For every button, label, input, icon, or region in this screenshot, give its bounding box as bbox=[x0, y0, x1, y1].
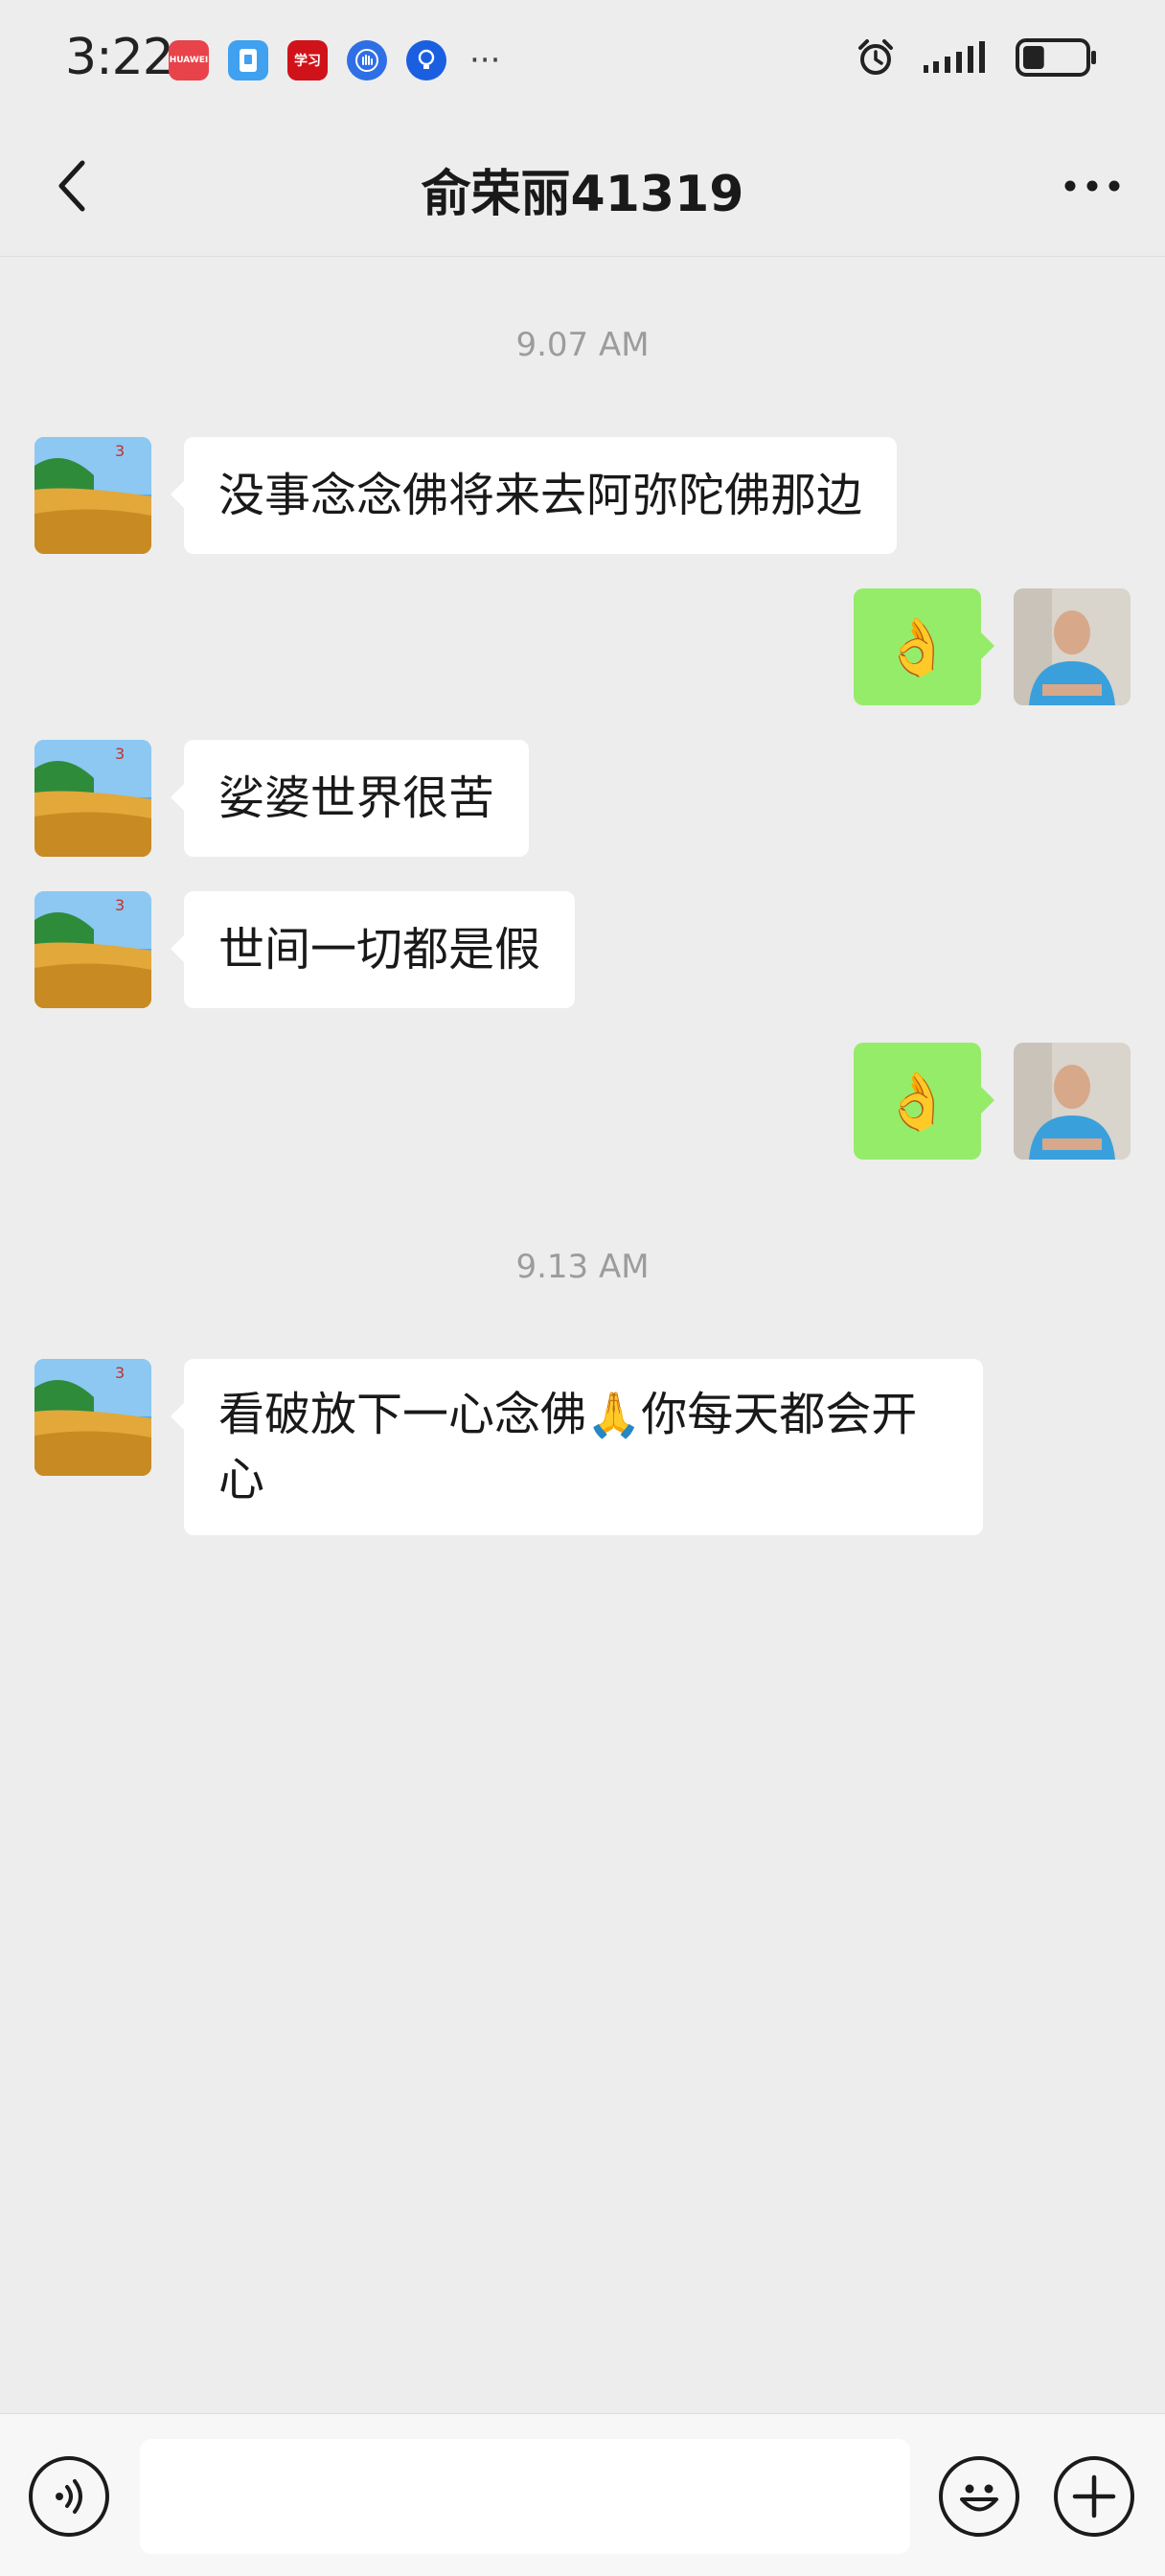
incoming-message[interactable]: 没事念念佛将来去阿弥陀佛那边 bbox=[170, 437, 898, 554]
message-text: 世间一切都是假 bbox=[218, 923, 541, 977]
xuexi-app-icon: 学习 bbox=[287, 40, 328, 80]
ok-hand-emoji: 👌 bbox=[882, 614, 952, 679]
voice-icon bbox=[56, 2479, 82, 2514]
chat-screen: 3:22 HUAWEI 学习 ··· 俞荣丽41319 9.07 AM 3 没事… bbox=[0, 0, 1165, 2576]
wheat-field-avatar-image: 3 bbox=[34, 891, 151, 1008]
incoming-message[interactable]: 世间一切都是假 bbox=[170, 891, 576, 1008]
more-options-button[interactable] bbox=[1054, 151, 1131, 220]
status-time: 3:22 bbox=[65, 29, 174, 86]
more-dots-icon bbox=[1064, 180, 1120, 192]
wheat-field-avatar-image: 3 bbox=[34, 1359, 151, 1476]
my-avatar[interactable] bbox=[1014, 588, 1131, 705]
system-status-icons bbox=[855, 36, 1098, 82]
folded-hands-emoji: 🙏 bbox=[586, 1389, 642, 1440]
wheat-field-avatar-image: 3 bbox=[34, 437, 151, 554]
signal-icon bbox=[922, 40, 991, 79]
message-text-part: 看破放下一心念佛 bbox=[218, 1388, 587, 1441]
emoji-icon bbox=[960, 2484, 998, 2512]
message-text: 没事念念佛将来去阿弥陀佛那边 bbox=[218, 469, 863, 522]
alarm-icon bbox=[855, 36, 897, 82]
more-notifications-indicator: ··· bbox=[469, 41, 501, 80]
contact-avatar[interactable]: 3 bbox=[34, 740, 151, 857]
wheat-field-avatar-image: 3 bbox=[34, 740, 151, 857]
emoji-button[interactable] bbox=[939, 2456, 1019, 2537]
voice-button[interactable] bbox=[29, 2456, 109, 2537]
plus-button[interactable] bbox=[1054, 2456, 1134, 2537]
ok-hand-emoji: 👌 bbox=[882, 1069, 952, 1134]
hand-app-icon bbox=[347, 40, 387, 80]
outgoing-message[interactable]: 👌 bbox=[854, 1043, 994, 1160]
lightbulb-app-icon bbox=[406, 40, 446, 80]
wallet-app-icon bbox=[228, 40, 268, 80]
timestamp: 9.13 AM bbox=[515, 1248, 650, 1286]
message-input[interactable] bbox=[140, 2439, 910, 2554]
huawei-app-icon: HUAWEI bbox=[169, 40, 209, 80]
contact-avatar[interactable]: 3 bbox=[34, 437, 151, 554]
notification-icons: HUAWEI 学习 ··· bbox=[169, 40, 500, 80]
my-avatar[interactable] bbox=[1014, 1043, 1131, 1160]
timestamp: 9.07 AM bbox=[515, 326, 650, 364]
input-bar bbox=[0, 2413, 1165, 2576]
svg-text:3: 3 bbox=[115, 442, 125, 460]
battery-icon bbox=[1016, 36, 1098, 82]
outgoing-message[interactable]: 👌 bbox=[854, 588, 994, 705]
person-photo-avatar-image bbox=[1014, 588, 1131, 705]
contact-avatar[interactable]: 3 bbox=[34, 891, 151, 1008]
chat-title: 俞荣丽41319 bbox=[421, 166, 744, 223]
incoming-message[interactable]: 看破放下一心念佛🙏你每天都会开心 bbox=[171, 1359, 983, 1535]
status-bar: 3:22 HUAWEI 学习 ··· bbox=[0, 0, 1165, 115]
plus-icon bbox=[1072, 2474, 1116, 2518]
message-text: 娑婆世界很苦 bbox=[218, 771, 495, 825]
svg-text:3: 3 bbox=[115, 896, 125, 914]
incoming-message[interactable]: 娑婆世界很苦 bbox=[170, 740, 530, 857]
contact-avatar[interactable]: 3 bbox=[34, 1359, 151, 1476]
chat-header: 俞荣丽41319 bbox=[0, 115, 1165, 257]
svg-text:3: 3 bbox=[115, 745, 125, 763]
svg-text:3: 3 bbox=[115, 1364, 125, 1382]
person-photo-avatar-image bbox=[1014, 1043, 1131, 1160]
